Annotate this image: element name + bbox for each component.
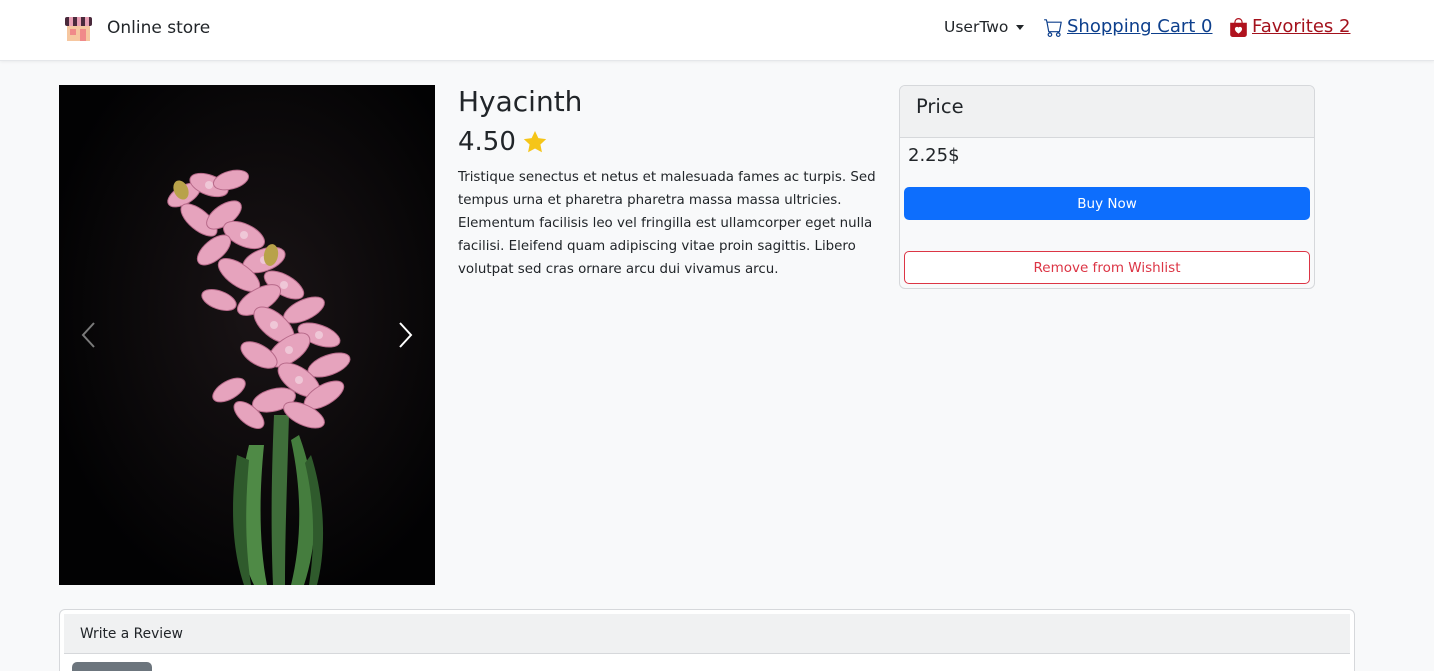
review-card: Write a Review bbox=[59, 609, 1355, 671]
cart-label: Shopping Cart 0 bbox=[1067, 16, 1213, 37]
product-price: 2.25$ bbox=[908, 145, 960, 166]
user-name: UserTwo bbox=[944, 18, 1009, 36]
rating-value: 4.50 bbox=[458, 127, 516, 157]
price-card-header: Price bbox=[900, 86, 1314, 138]
product-rating: 4.50 bbox=[458, 126, 548, 158]
caret-down-icon bbox=[1016, 24, 1025, 30]
shopping-cart-link[interactable]: Shopping Cart 0 bbox=[1044, 15, 1213, 39]
shopping-bag-heart-icon bbox=[1230, 17, 1247, 37]
product-description: Tristique senectus et netus et malesuada… bbox=[458, 170, 876, 277]
user-dropdown[interactable]: UserTwo bbox=[944, 16, 1025, 38]
brand-name: Online store bbox=[107, 18, 211, 38]
buy-now-button[interactable]: Buy Now bbox=[904, 187, 1310, 220]
review-action-button[interactable] bbox=[72, 662, 152, 671]
product-image-carousel bbox=[59, 85, 435, 585]
cart-icon bbox=[1044, 18, 1062, 37]
remove-from-wishlist-button[interactable]: Remove from Wishlist bbox=[904, 251, 1310, 284]
price-card: Price 2.25$ Buy Now Remove from Wishlist bbox=[899, 85, 1315, 289]
chevron-left-icon bbox=[81, 322, 95, 348]
star-icon bbox=[523, 130, 547, 153]
chevron-right-icon bbox=[399, 322, 413, 348]
brand-link[interactable]: Online store bbox=[64, 14, 210, 42]
carousel-prev-button[interactable] bbox=[59, 85, 119, 585]
favorites-label: Favorites 2 bbox=[1252, 16, 1351, 37]
navbar: Online store UserTwo Shopping Cart 0 Fav… bbox=[0, 0, 1434, 61]
store-icon bbox=[65, 17, 92, 41]
product-title: Hyacinth bbox=[458, 85, 583, 118]
favorites-link[interactable]: Favorites 2 bbox=[1229, 15, 1350, 39]
carousel-next-button[interactable] bbox=[375, 85, 435, 585]
review-card-header: Write a Review bbox=[64, 614, 1350, 654]
